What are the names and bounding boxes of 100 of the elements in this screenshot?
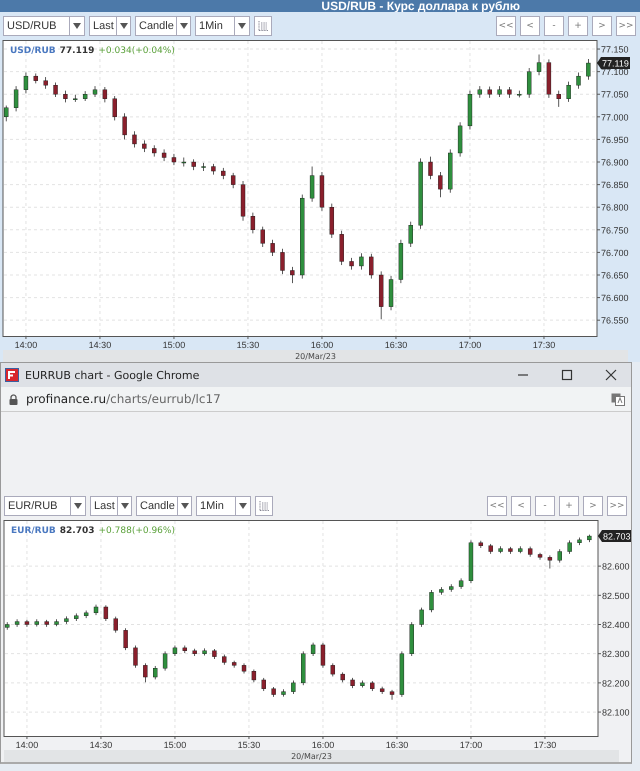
candle <box>280 248 285 274</box>
candle <box>63 90 68 103</box>
candle <box>221 168 226 180</box>
candle <box>122 112 127 140</box>
navigation-button[interactable]: + <box>568 16 588 36</box>
candle <box>34 618 40 627</box>
symbol-select[interactable]: EUR/RUB <box>4 496 86 516</box>
candle <box>301 651 306 686</box>
navigation-button[interactable]: > <box>583 496 603 516</box>
candle <box>310 642 316 656</box>
candle <box>4 105 8 122</box>
candle <box>211 163 216 176</box>
time-axis-label: 14:30 <box>90 740 112 750</box>
navigation-button[interactable]: - <box>544 16 564 36</box>
candle <box>507 86 512 98</box>
candle <box>517 90 522 98</box>
price-type-select[interactable]: Last <box>90 496 132 516</box>
candle <box>586 58 591 80</box>
candle <box>448 149 452 194</box>
navigation-button[interactable]: << <box>487 496 507 516</box>
candle <box>508 546 513 554</box>
candle <box>439 586 444 596</box>
candle <box>548 554 552 569</box>
candle <box>458 122 462 157</box>
chart-symbol: USD/RUB <box>10 46 56 56</box>
translate-icon[interactable] <box>611 392 625 406</box>
time-axis-label: 16:00 <box>310 340 334 350</box>
candle <box>250 212 256 234</box>
candle <box>488 86 492 98</box>
candle <box>291 680 296 694</box>
candle <box>271 686 276 698</box>
candle <box>320 172 324 212</box>
candle <box>202 648 207 656</box>
navigation-button[interactable]: << <box>496 16 516 36</box>
candle <box>488 544 493 554</box>
candle <box>410 622 414 656</box>
url-text: profinance.ru/charts/eurrub/lc17 <box>26 392 221 406</box>
navigation-button[interactable]: < <box>520 16 540 36</box>
price-change: +0.034(+0.04%) <box>98 46 175 56</box>
candle <box>222 654 226 666</box>
time-axis-label: 15:30 <box>238 740 260 750</box>
candle <box>82 90 88 102</box>
candle <box>252 669 256 683</box>
price-axis-label: 77.000 <box>601 112 629 122</box>
address-bar[interactable]: profinance.ru/charts/eurrub/lc17 <box>1 387 631 412</box>
time-axis-label: 14:30 <box>88 340 112 350</box>
candle <box>587 534 592 543</box>
candle <box>567 540 572 554</box>
candle <box>518 546 522 554</box>
candle <box>143 662 148 683</box>
navigation-button[interactable]: > <box>592 16 612 36</box>
close-icon[interactable] <box>605 369 617 381</box>
interval-select[interactable]: 1Min <box>196 496 251 516</box>
candle <box>558 548 562 563</box>
navigation-button[interactable]: >> <box>607 496 627 516</box>
price-axis-label: 76.800 <box>601 202 629 213</box>
candle <box>577 537 582 546</box>
candle <box>390 690 394 700</box>
candle <box>123 628 128 651</box>
price-axis-label: 82.100 <box>602 708 630 718</box>
interval-select[interactable]: 1Min <box>195 16 250 36</box>
table-view-button[interactable] <box>254 16 272 36</box>
list-icon <box>259 501 269 511</box>
price-axis-label: 77.050 <box>601 90 629 100</box>
time-axis-label: 16:30 <box>384 340 408 350</box>
candle <box>54 618 59 627</box>
candle <box>449 584 454 592</box>
candle <box>201 162 206 172</box>
navigation-button[interactable]: >> <box>616 16 636 36</box>
candle <box>162 149 166 162</box>
price-axis-label: 82.200 <box>602 678 630 688</box>
candle <box>388 276 394 311</box>
candle <box>270 239 275 256</box>
candle <box>536 54 542 76</box>
price-type-select[interactable]: Last <box>89 16 131 36</box>
candle <box>44 619 49 628</box>
navigation-button[interactable]: + <box>559 496 579 516</box>
chart-type-select[interactable]: Candle <box>135 16 191 36</box>
candle <box>53 82 58 98</box>
price-axis-label: 82.600 <box>602 562 630 572</box>
candle <box>232 660 236 668</box>
candle <box>133 645 138 668</box>
candle <box>14 86 18 112</box>
candle <box>468 90 472 130</box>
candle <box>400 651 404 698</box>
maximize-icon[interactable] <box>561 369 573 381</box>
candle <box>104 604 108 622</box>
symbol-select[interactable]: USD/RUB <box>3 16 85 36</box>
candle <box>478 540 484 548</box>
candle <box>240 180 246 222</box>
candle <box>84 610 88 618</box>
price-axis-label: 82.400 <box>602 620 630 630</box>
candle <box>114 616 118 634</box>
candle <box>360 680 365 688</box>
candle <box>112 96 117 121</box>
chart-type-select[interactable]: Candle <box>136 496 192 516</box>
candle <box>419 607 424 628</box>
navigation-button[interactable]: - <box>535 496 555 516</box>
navigation-button[interactable]: < <box>511 496 531 516</box>
table-view-button[interactable] <box>255 496 273 516</box>
